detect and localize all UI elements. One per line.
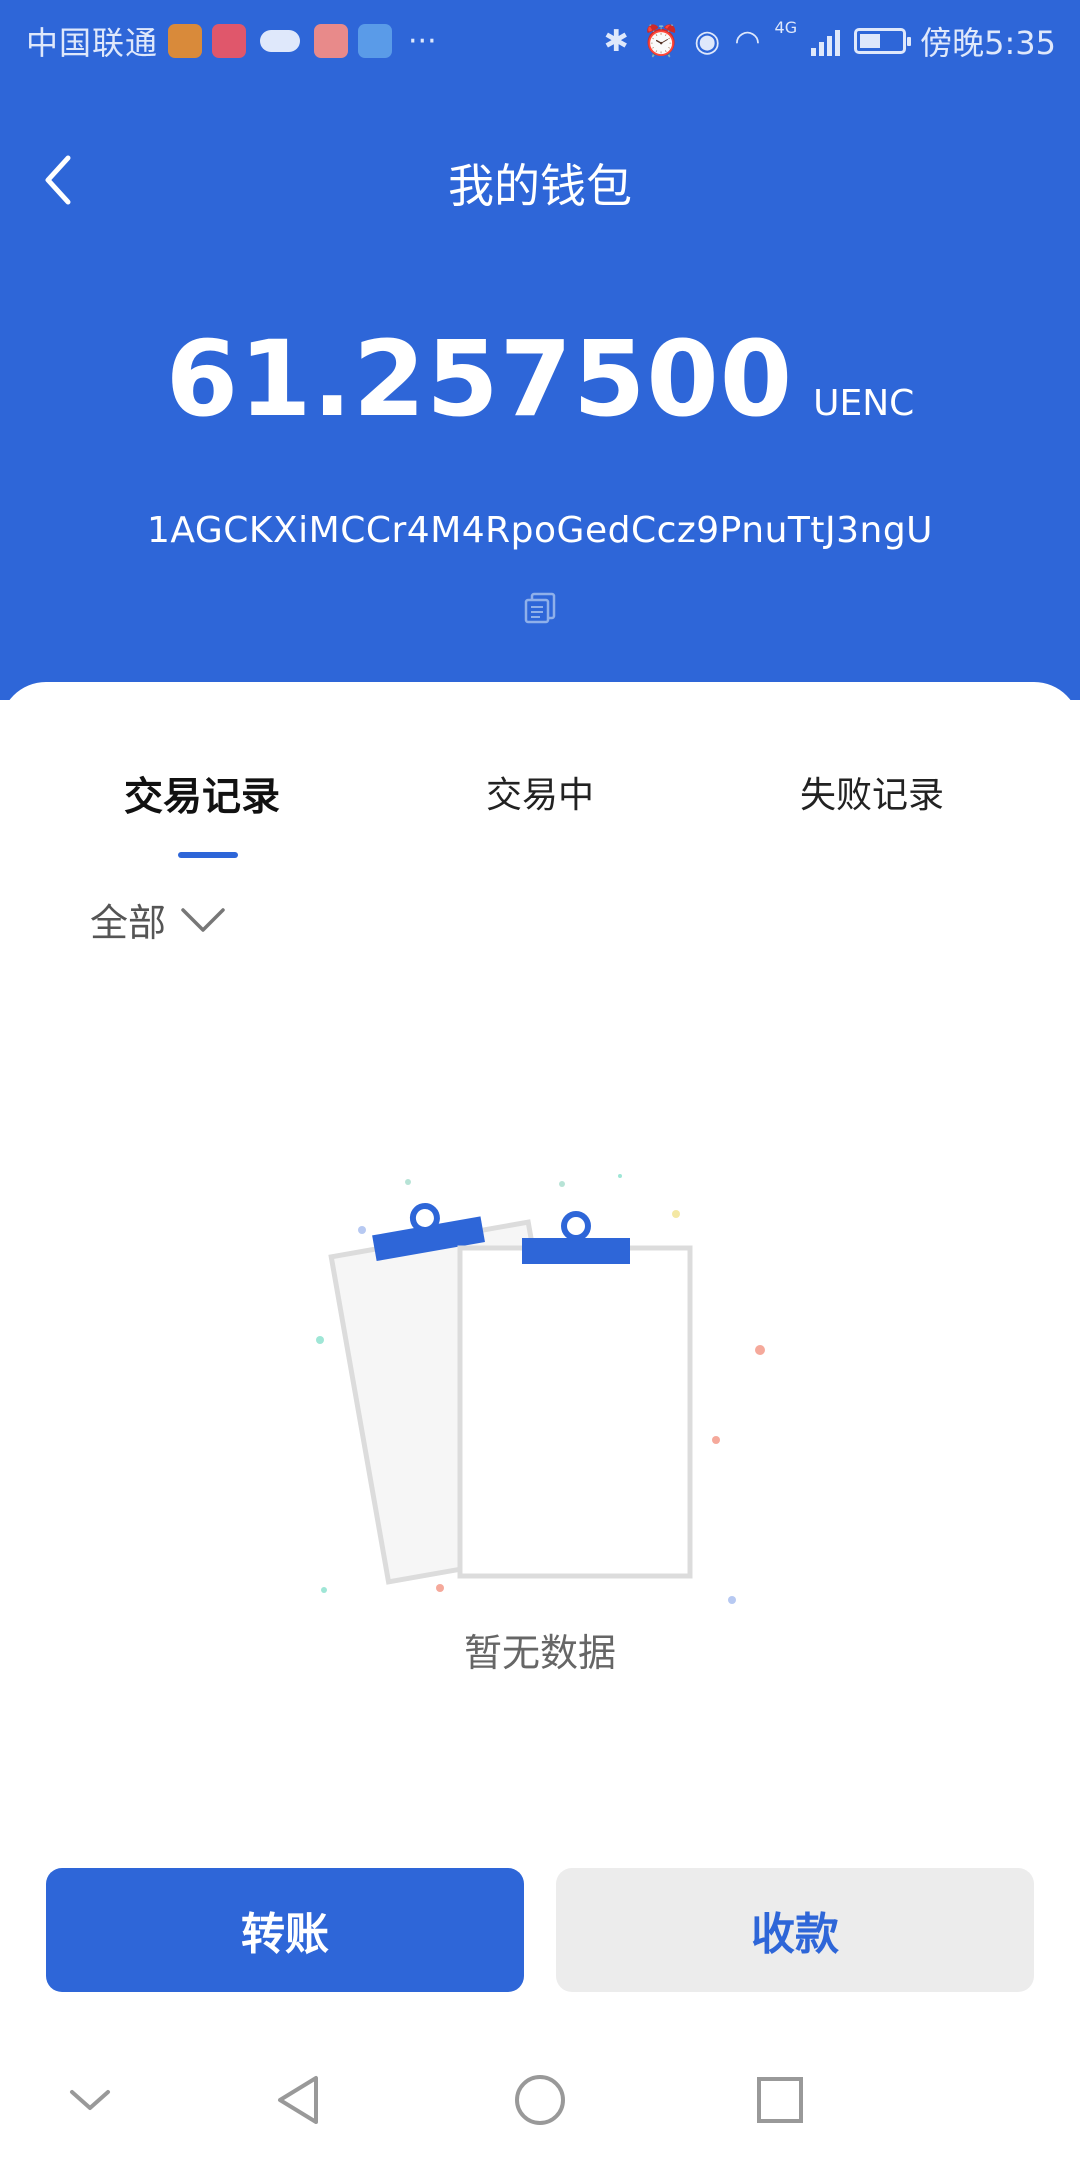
filter-label: 全部: [90, 901, 167, 945]
nav-hide-button[interactable]: [60, 2070, 120, 2130]
empty-state-text: 暂无数据: [463, 1631, 616, 1675]
video-app-icon: [168, 24, 203, 58]
transfer-button[interactable]: 转账: [46, 1868, 524, 1992]
bluetooth-icon: ✱: [603, 23, 629, 59]
more-notifications-icon: ···: [408, 23, 437, 59]
browser-app-icon: [358, 24, 393, 58]
balance-row: 61.257500 UENC: [0, 318, 1080, 440]
calendar-app-icon: [314, 24, 349, 58]
balance-unit: UENC: [813, 383, 915, 424]
signal-icon: [811, 26, 841, 56]
tab-failed-records[interactable]: 失败记录: [800, 766, 944, 818]
back-triangle-icon: [278, 2076, 318, 2124]
tab-in-progress[interactable]: 交易中: [486, 766, 594, 818]
book-app-icon: [212, 24, 247, 58]
copy-icon: [524, 592, 556, 624]
status-bar-right: ✱ ⏰ ◉ ◠ 4G 傍晚5:35: [604, 18, 1056, 64]
wallet-screen: 中国联通 ··· ✱ ⏰ ◉ ◠ 4G 傍晚5:35 我的钱包 61.25750…: [0, 0, 1080, 2160]
wifi-icon: ◠: [734, 23, 761, 59]
tab-transaction-records[interactable]: 交易记录: [124, 766, 280, 822]
status-bar: 中国联通 ··· ✱ ⏰ ◉ ◠ 4G 傍晚5:35: [0, 0, 1080, 76]
alarm-icon: ⏰: [642, 23, 681, 59]
chevron-down-icon: [181, 907, 225, 932]
home-circle-icon: [515, 2075, 565, 2125]
battery-level: [860, 34, 881, 48]
page-title: 我的钱包: [448, 159, 632, 213]
status-bar-left: 中国联通 ···: [26, 18, 437, 64]
receive-button[interactable]: 收款: [556, 1868, 1034, 1992]
balance-value: 61.257500: [165, 318, 794, 440]
filter-dropdown[interactable]: 全部: [90, 892, 226, 947]
nav-home-button[interactable]: [510, 2070, 570, 2130]
empty-clipboard-icon: [316, 1174, 765, 1604]
nav-back-button[interactable]: [270, 2070, 330, 2130]
battery-icon: [854, 28, 912, 54]
eye-comfort-icon: ◉: [694, 23, 721, 59]
system-nav-bar: [0, 2040, 1080, 2160]
nav-recents-button[interactable]: [750, 2070, 810, 2130]
carrier-label: 中国联通: [26, 24, 159, 62]
network-type-label: 4G: [774, 18, 798, 37]
cloud-icon: [260, 30, 301, 52]
clock-label: 傍晚5:35: [920, 24, 1056, 62]
recents-square-icon: [757, 2077, 803, 2123]
chevron-down-icon: [70, 2090, 110, 2110]
active-tab-indicator: [178, 852, 238, 858]
wallet-address[interactable]: 1AGCKXiMCCr4M4RpoGedCcz9PnuTtJ3ngU: [0, 510, 1080, 551]
wallet-header: 中国联通 ··· ✱ ⏰ ◉ ◠ 4G 傍晚5:35 我的钱包 61.25750…: [0, 0, 1080, 700]
copy-address-button[interactable]: [522, 590, 558, 626]
